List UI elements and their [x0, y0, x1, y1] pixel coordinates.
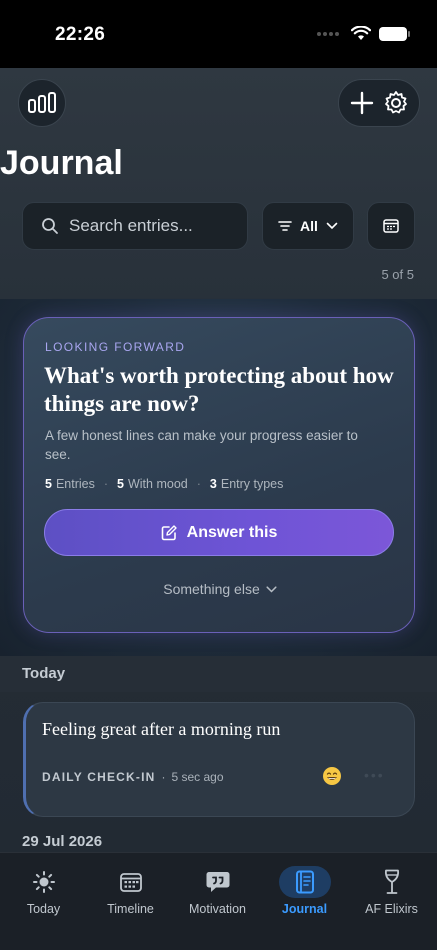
- tab-label: AF Elixirs: [365, 902, 418, 916]
- calendar-grid-icon: [119, 873, 142, 892]
- more-options-icon[interactable]: •••: [364, 767, 385, 783]
- section-header-today: Today: [0, 656, 437, 692]
- something-else-button[interactable]: Something else: [24, 581, 416, 597]
- entry-count: 5 of 5: [381, 267, 414, 282]
- quote-bubble-icon: [206, 872, 229, 892]
- section-header-date: 29 Jul 2026: [22, 833, 103, 850]
- tab-motivation[interactable]: Motivation: [174, 853, 261, 916]
- stats-button[interactable]: [18, 79, 66, 127]
- prompt-eyebrow: LOOKING FORWARD: [45, 340, 186, 354]
- tab-label: Journal: [281, 902, 328, 916]
- entry-type: DAILY CHECK-IN: [42, 770, 156, 784]
- signal-icon: [317, 31, 339, 36]
- answer-this-button[interactable]: Answer this: [44, 509, 394, 556]
- status-bar: 22:26: [0, 0, 437, 68]
- filter-label: All: [300, 218, 318, 234]
- chevron-down-icon: [266, 585, 277, 593]
- status-icons: [317, 26, 410, 41]
- tab-journal[interactable]: Journal: [261, 853, 348, 916]
- calendar-icon: [383, 219, 399, 233]
- grinning-face-emoji-icon: [323, 767, 341, 785]
- journal-screen: Journal All 5 of 5 LOOKING FORWARD What'…: [0, 68, 437, 852]
- add-entry-button[interactable]: [350, 91, 374, 115]
- search-icon: [42, 218, 58, 234]
- entry-title: Feeling great after a morning run: [42, 719, 281, 739]
- prompt-subtitle: A few honest lines can make your progres…: [45, 428, 358, 462]
- bar-chart-icon: [28, 92, 56, 113]
- reflection-prompt-card: LOOKING FORWARD What's worth protecting …: [23, 317, 415, 633]
- tab-today[interactable]: Today: [0, 853, 87, 916]
- header-actions: [338, 79, 420, 127]
- section-title: Today: [22, 665, 66, 682]
- tab-label: Timeline: [107, 902, 154, 916]
- calendar-button[interactable]: [367, 202, 415, 250]
- answer-this-label: Answer this: [186, 523, 278, 541]
- status-time: 22:26: [55, 24, 106, 45]
- chevron-down-icon: [326, 222, 338, 230]
- wine-glass-icon: [384, 869, 399, 894]
- prompt-question: What's worth protecting about how things…: [44, 363, 394, 416]
- search-bar[interactable]: [22, 202, 248, 250]
- entry-time: 5 sec ago: [171, 770, 224, 784]
- settings-gear-icon[interactable]: [383, 90, 409, 116]
- filter-dropdown[interactable]: All: [262, 202, 354, 250]
- prompt-stats: 5 Entries · 5 With mood · 3 Entry types: [45, 477, 284, 491]
- stat-with-mood: 5 With mood: [117, 477, 188, 491]
- sun-icon: [32, 871, 55, 893]
- search-input[interactable]: [69, 216, 239, 236]
- tab-timeline[interactable]: Timeline: [87, 853, 174, 916]
- journal-icon: [295, 870, 314, 894]
- tab-label: Motivation: [189, 902, 246, 916]
- wifi-icon: [351, 26, 371, 40]
- something-else-label: Something else: [163, 581, 260, 597]
- page-title: Journal: [0, 144, 123, 182]
- journal-entry-card[interactable]: Feeling great after a morning run DAILY …: [23, 702, 415, 817]
- filter-lines-icon: [278, 221, 292, 231]
- stat-entry-types: 3 Entry types: [209, 477, 284, 491]
- entry-meta: DAILY CHECK-IN · 5 sec ago: [42, 770, 224, 784]
- stat-entries: 5 Entries: [45, 477, 95, 491]
- bottom-tab-bar: Today Timeline Motivation Journal AF Eli…: [0, 852, 437, 950]
- battery-icon: [379, 26, 410, 41]
- tab-label: Today: [26, 902, 61, 916]
- compose-icon: [161, 524, 177, 540]
- tab-af-elixirs[interactable]: AF Elixirs: [348, 853, 435, 916]
